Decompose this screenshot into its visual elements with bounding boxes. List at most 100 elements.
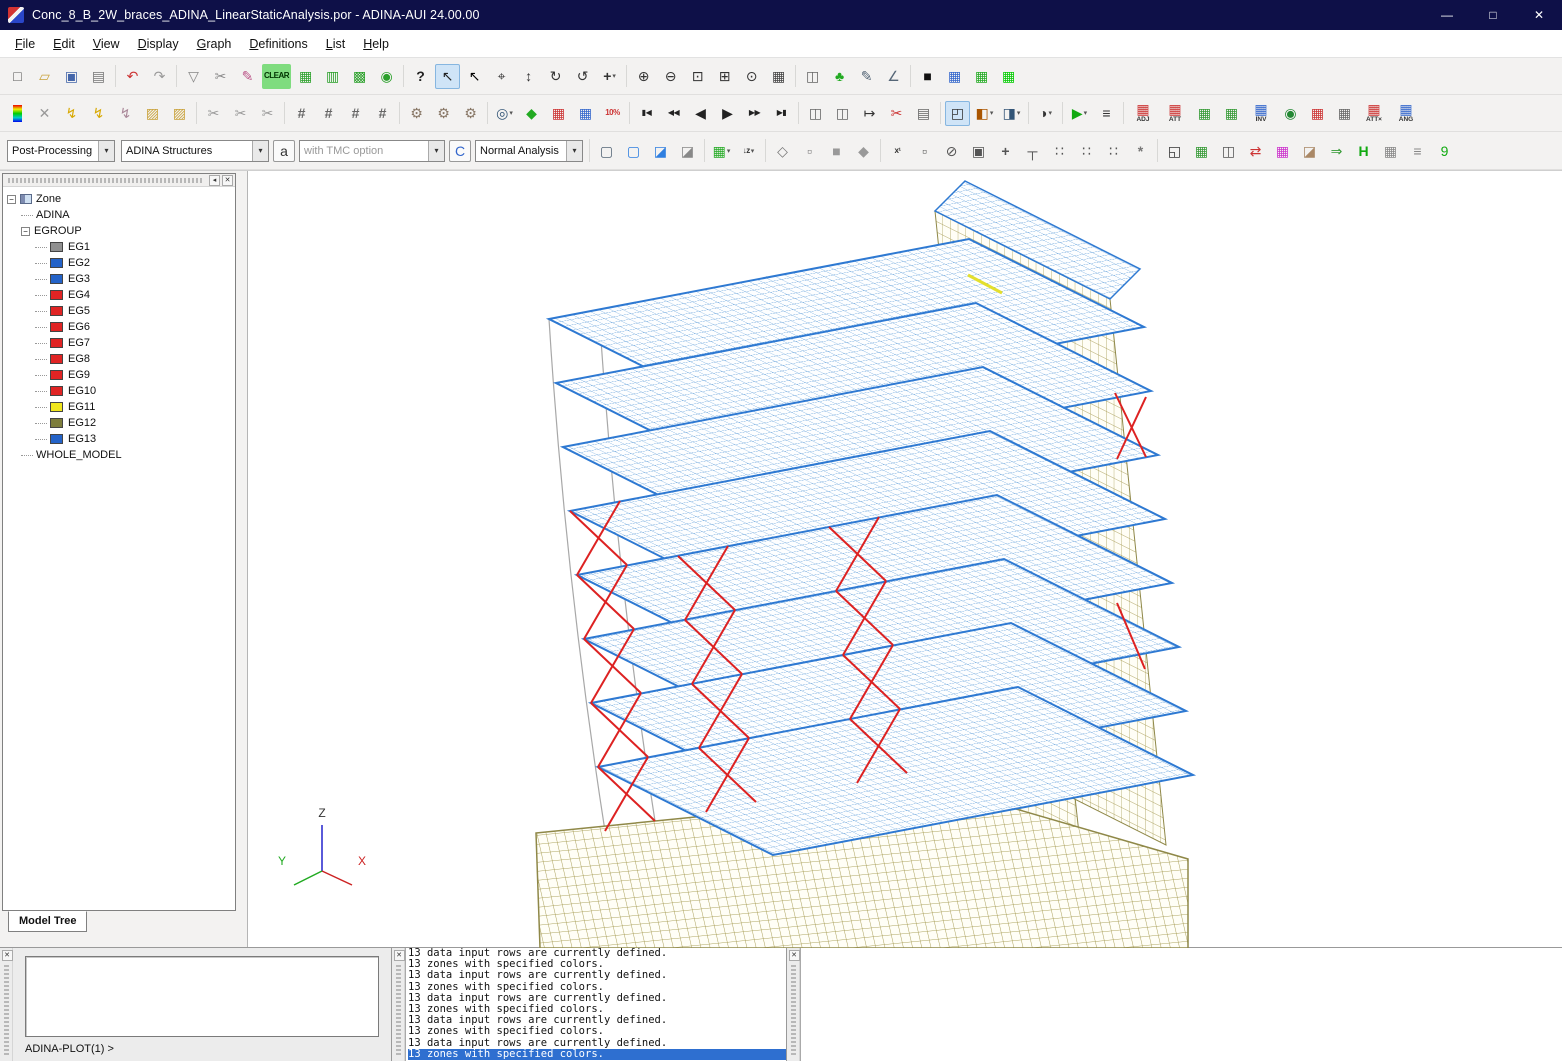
tree-item-eg6[interactable]: EG6 xyxy=(7,319,235,335)
pick-translate-icon[interactable]: ↕ xyxy=(516,64,541,89)
solid-gray-icon[interactable]: ■ xyxy=(824,138,849,163)
tree-item-eg5[interactable]: EG5 xyxy=(7,303,235,319)
pick-element-icon[interactable]: ↖ xyxy=(462,64,487,89)
hazard-icon[interactable]: ▨ xyxy=(140,101,165,126)
c-icon[interactable]: C xyxy=(449,139,471,162)
table-green-icon[interactable]: ▦ xyxy=(969,64,994,89)
slope-icon[interactable]: ∠ xyxy=(881,64,906,89)
film-icon[interactable]: ▤ xyxy=(911,101,936,126)
inv-icon[interactable]: ▦ INV xyxy=(1246,101,1276,126)
save-icon[interactable]: ▣ xyxy=(59,64,84,89)
new-file-icon[interactable]: □ xyxy=(5,64,30,89)
tree-item-eg10[interactable]: EG10 xyxy=(7,383,235,399)
cutplane-icon[interactable]: ✂ xyxy=(201,101,226,126)
tree-expander-icon[interactable]: − xyxy=(21,226,30,236)
node-box-icon[interactable]: ▫ xyxy=(912,138,937,163)
group-b-icon[interactable]: ∷ xyxy=(1074,138,1099,163)
menu-item-list[interactable]: List xyxy=(317,37,354,51)
menu-item-definitions[interactable]: Definitions xyxy=(240,37,316,51)
mesh-scale-icon[interactable]: # xyxy=(370,101,395,126)
tree-item-eg13[interactable]: EG13 xyxy=(7,431,235,447)
zoom-window-icon[interactable]: ⊡ xyxy=(685,64,710,89)
first-solution-icon[interactable]: ▮◀ xyxy=(634,101,659,126)
pick-xyz-icon[interactable]: + ▾ xyxy=(597,64,622,89)
tree-grip[interactable]: ◂ ✕ xyxy=(3,174,235,187)
pick-spin-icon[interactable]: ↺ xyxy=(570,64,595,89)
align-icon[interactable]: ⇒ xyxy=(1324,138,1349,163)
trace-icon[interactable]: ◎ ▾ xyxy=(492,101,517,126)
gear-down-icon[interactable]: ⚙ xyxy=(458,101,483,126)
tree-item-eg2[interactable]: EG2 xyxy=(7,255,235,271)
movie-load-icon[interactable]: ◫ xyxy=(803,101,828,126)
menu-item-edit[interactable]: Edit xyxy=(44,37,84,51)
undo-icon[interactable]: ↶ xyxy=(120,64,145,89)
mesh-rotate-icon[interactable]: # xyxy=(316,101,341,126)
origin-icon[interactable]: ⊘ xyxy=(939,138,964,163)
highlight-mode-icon[interactable]: ◧ ▾ xyxy=(972,101,997,126)
step-forward-icon[interactable]: ▶ xyxy=(715,101,740,126)
zoom-in-icon[interactable]: ⊕ xyxy=(631,64,656,89)
log-line[interactable]: 13 zones with specified colors. xyxy=(408,1048,786,1060)
menu-item-view[interactable]: View xyxy=(84,37,129,51)
tree-item-eg11[interactable]: EG11 xyxy=(7,399,235,415)
tree-expander-icon[interactable]: − xyxy=(7,194,16,204)
log-line[interactable]: 13 zones with specified colors. xyxy=(408,1026,786,1037)
sort-z-icon[interactable]: ↓z ▾ xyxy=(736,138,761,163)
log-line[interactable]: 13 data input rows are currently defined… xyxy=(408,1037,786,1049)
color-mesh-icon[interactable]: ▥ xyxy=(320,64,345,89)
mesh-plot-icon[interactable]: ▦ xyxy=(293,64,318,89)
ang-icon[interactable]: ▦ ANG xyxy=(1391,101,1421,126)
group-a-icon[interactable]: ∷ xyxy=(1047,138,1072,163)
zoom-out-icon[interactable]: ⊖ xyxy=(658,64,683,89)
list-icon[interactable]: ≡ xyxy=(1094,101,1119,126)
percent-icon[interactable]: 10% xyxy=(600,101,625,126)
hbars-icon[interactable]: H xyxy=(1351,138,1376,163)
fast-forward-icon[interactable]: ▶▶ xyxy=(742,101,767,126)
gear-up-icon[interactable]: ⚙ xyxy=(431,101,456,126)
aux-panel-grip[interactable]: ✕ xyxy=(787,948,800,1061)
batch-icon[interactable]: ▤ xyxy=(86,64,111,89)
tree-item-eg1[interactable]: EG1 xyxy=(7,239,235,255)
color-matrix-icon[interactable]: ▦ xyxy=(1270,138,1295,163)
select-window-icon[interactable]: ◰ xyxy=(945,100,970,126)
table-red-icon[interactable]: ▦ xyxy=(546,101,571,126)
command-panel-close-button[interactable]: ✕ xyxy=(1,950,13,961)
brush-icon[interactable]: ✎ xyxy=(235,64,260,89)
funnel-icon[interactable]: ▽ xyxy=(181,64,206,89)
mesh-window-icon[interactable]: # xyxy=(289,101,314,126)
lightning-gray-icon[interactable]: ↯ xyxy=(113,101,138,126)
wireframe-view-icon[interactable]: ▢ xyxy=(594,138,619,163)
command-input[interactable] xyxy=(25,956,379,1037)
tree-dock-button[interactable]: ◂ xyxy=(209,174,220,186)
shading-icon[interactable]: ◑ ▾ xyxy=(1033,101,1058,126)
menu-item-display[interactable]: Display xyxy=(129,37,188,51)
band-plot-icon[interactable]: ▩ xyxy=(347,64,372,89)
pick-rotate-icon[interactable]: ↻ xyxy=(543,64,568,89)
camera-add-icon[interactable]: ◫ xyxy=(1216,138,1241,163)
transparent-view-icon[interactable]: ◪ xyxy=(648,138,673,163)
log-panel-grip[interactable]: ✕ xyxy=(392,948,405,1061)
att-grid-icon[interactable]: ▦ xyxy=(1305,101,1330,126)
color-group-icon[interactable]: ▦ ▾ xyxy=(709,138,734,163)
measure-icon[interactable]: ✎ xyxy=(854,64,879,89)
mesh-pan-icon[interactable]: # xyxy=(343,101,368,126)
diamond-icon[interactable]: ◆ xyxy=(851,138,876,163)
snapshot-icon[interactable]: ◫ xyxy=(800,64,825,89)
postprocessing-select[interactable]: Post-Processing ▾ xyxy=(7,139,115,162)
export-icon[interactable]: ↦ xyxy=(857,101,882,126)
grid-bright-icon[interactable]: ▦ xyxy=(996,64,1021,89)
shaded-view-icon[interactable]: ▢ xyxy=(621,138,646,163)
table-gray-icon[interactable]: ▦ xyxy=(1378,138,1403,163)
pick-node-icon[interactable]: ⌖ xyxy=(489,64,514,89)
minimize-button[interactable]: — xyxy=(1424,0,1470,30)
grid-blue-icon[interactable]: ▦ xyxy=(573,101,598,126)
log-output[interactable]: 13 data input rows are currently defined… xyxy=(405,948,786,1061)
log-line[interactable]: 13 data input rows are currently defined… xyxy=(408,970,786,981)
help-icon[interactable]: ? xyxy=(408,64,433,89)
viewport-icon[interactable]: ◱ xyxy=(1162,138,1187,163)
menu-item-graph[interactable]: Graph xyxy=(188,37,241,51)
eraser-icon[interactable]: ◪ xyxy=(1297,138,1322,163)
tree-item-zone[interactable]: − Zone xyxy=(7,191,235,207)
gray-grid-icon[interactable]: ▦ xyxy=(1332,101,1357,126)
lightning-mesh-icon[interactable]: ↯ xyxy=(86,101,111,126)
